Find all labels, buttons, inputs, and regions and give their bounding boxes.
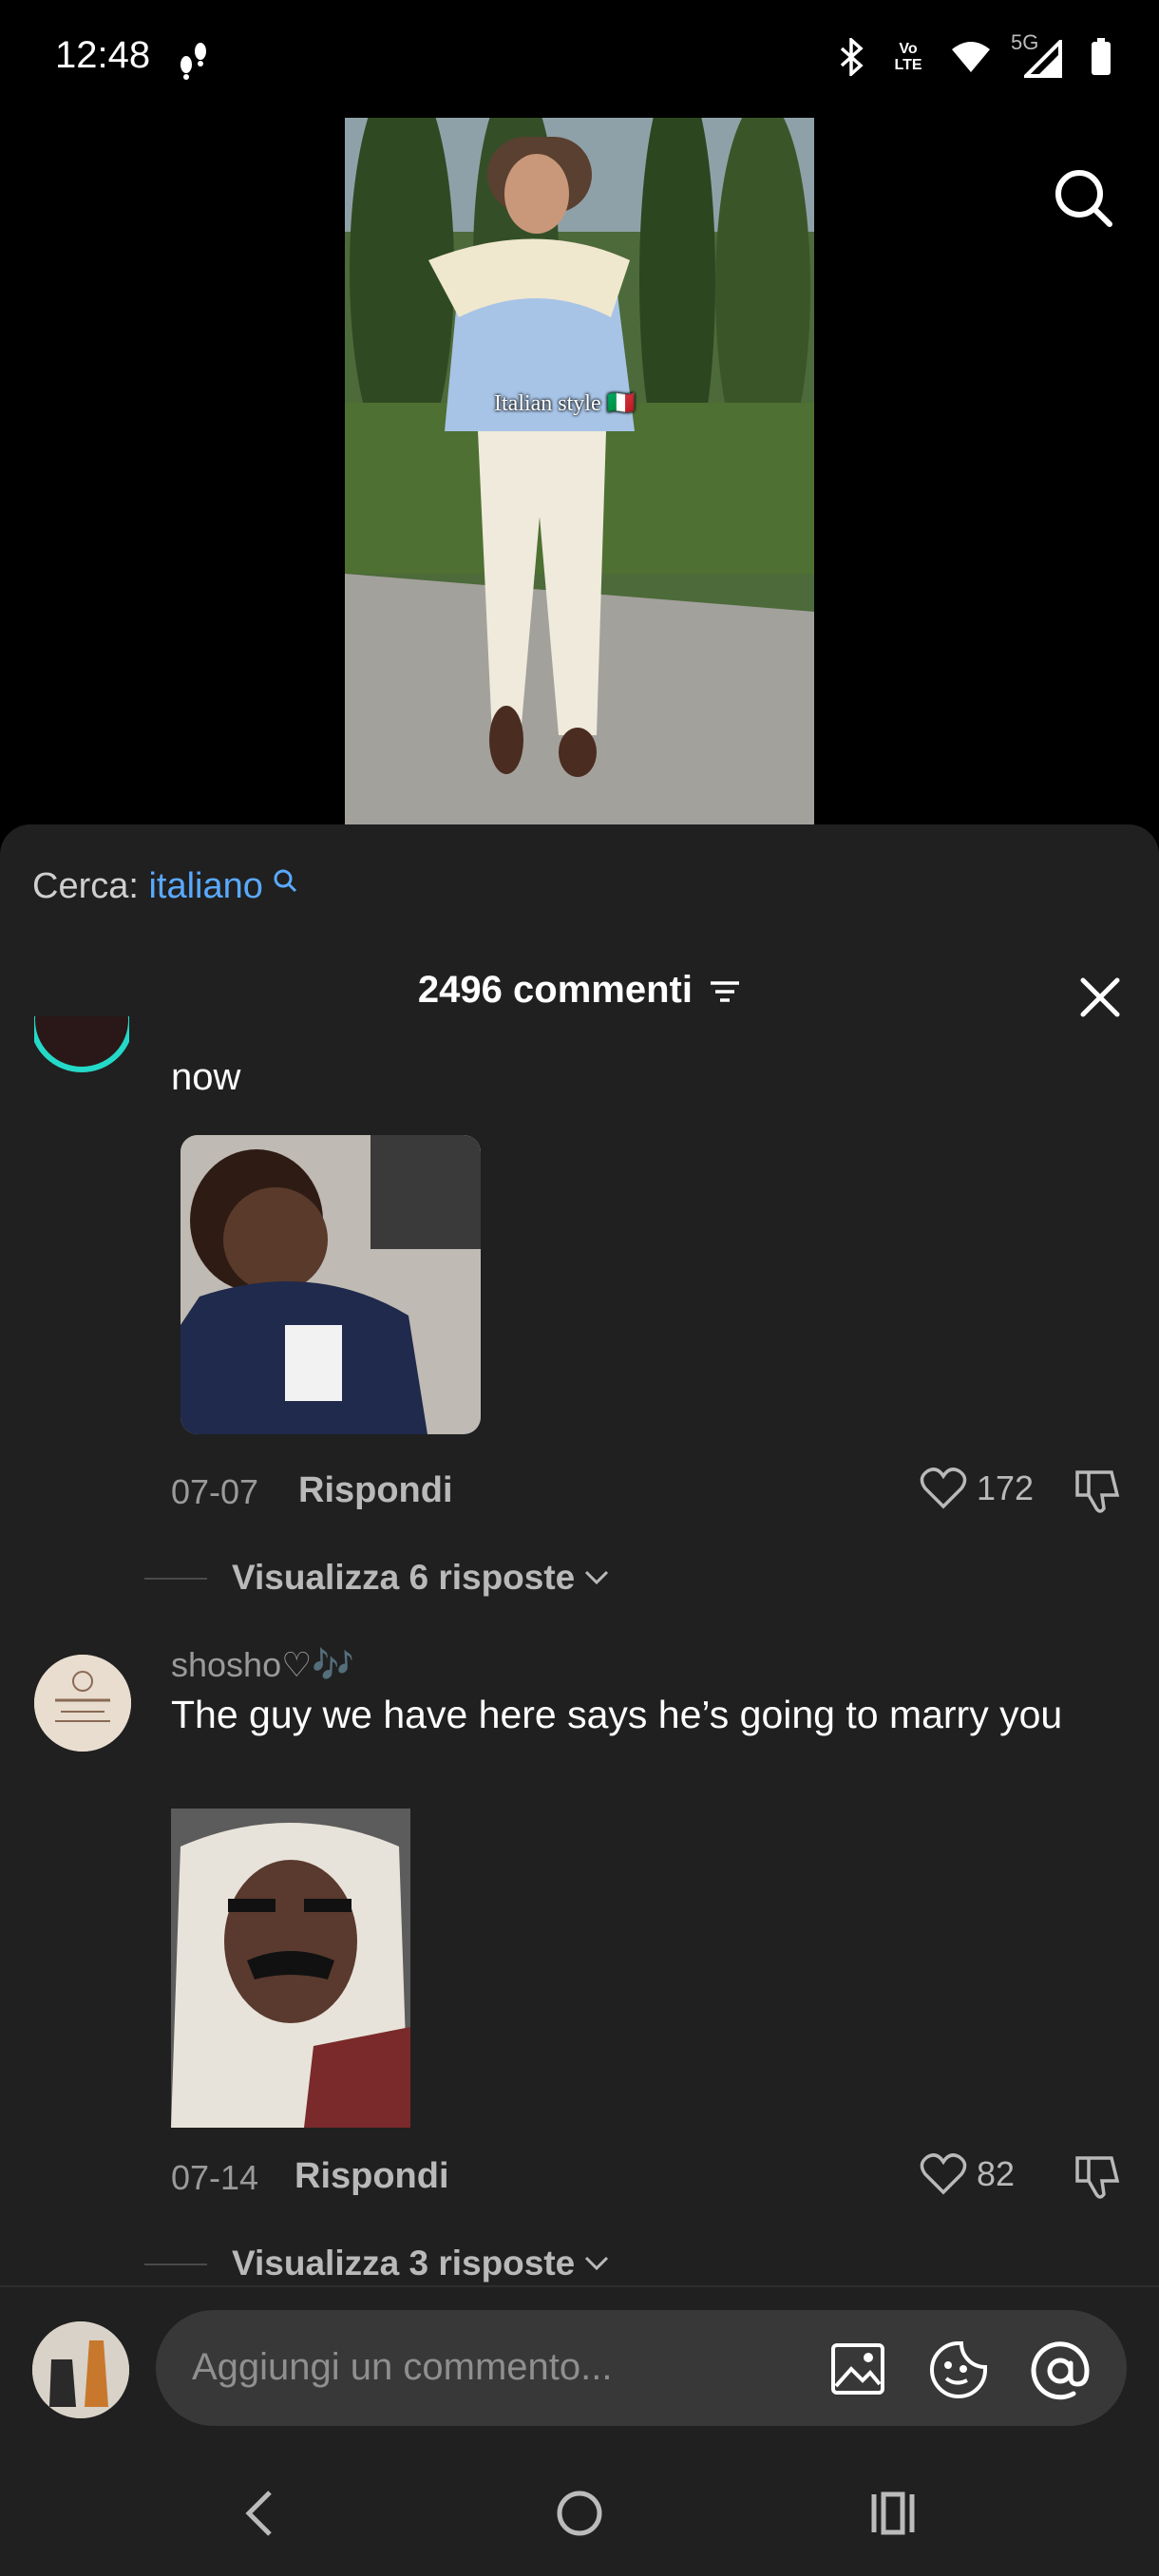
comment-sticker-image[interactable] [171,1809,410,2128]
video-player[interactable] [345,118,814,824]
man-image [171,1809,410,2128]
footsteps-icon [180,43,206,80]
comments-header: 2496 commenti [0,969,1159,1012]
video-caption: Italian style 🇮🇹 [494,391,636,416]
avatar[interactable] [34,1655,131,1752]
close-icon[interactable] [1074,971,1127,1024]
comment-text: now [171,1056,241,1098]
image-icon[interactable] [830,2342,885,2396]
divider [144,2263,207,2265]
status-time: 12:48 [55,34,151,76]
comment-count: 2496 commenti [417,969,693,1011]
status-bar: 12:48 Vo LTE 5G [0,0,1159,114]
avatar-image [34,1016,129,1072]
comment-text: The guy we have here says he’s going to … [171,1693,1063,1736]
volte-icon: Vo LTE [894,41,922,73]
like-count: 82 [977,2154,1016,2193]
avatar[interactable] [34,1016,129,1077]
dislike-icon[interactable] [1074,1467,1123,1516]
search-keyword[interactable]: italiano [148,866,262,906]
comment-input-placeholder: Aggiungi un commento... [192,2346,613,2388]
recents-icon[interactable] [868,2491,918,2536]
comment-sticker-image[interactable] [180,1135,481,1434]
wifi-icon [952,42,990,72]
search-prefix: Cerca: [32,866,139,906]
cellular-signal: 5G [1011,30,1066,78]
comment-date: 07-14 [171,2158,259,2197]
view-replies-button[interactable]: Visualizza 6 risposte [232,1558,609,1598]
search-keyword-icon [274,869,297,893]
sticker-icon[interactable] [929,2340,988,2399]
mention-icon[interactable] [1030,2340,1091,2401]
search-icon[interactable] [1053,167,1113,228]
divider [144,1578,207,1580]
battery-icon [1092,38,1111,75]
reply-button[interactable]: Rispondi [298,1470,453,1511]
dislike-icon[interactable] [1074,2152,1123,2202]
back-icon[interactable] [241,2487,279,2540]
home-icon[interactable] [555,2489,604,2538]
signal-icon [1024,40,1062,78]
baby-image [180,1135,481,1434]
sort-icon[interactable] [709,977,741,1006]
view-replies-label: Visualizza 6 risposte [232,1558,576,1597]
chevron-down-icon [585,2256,609,2271]
chevron-down-icon [585,1570,609,1585]
heart-icon [920,1468,967,1509]
like-button[interactable]: 172 [920,1467,1034,1510]
status-icons: Vo LTE 5G [838,30,1112,78]
bluetooth-icon [840,38,864,76]
avatar-image [34,1655,131,1752]
like-button[interactable]: 82 [920,2152,1015,2196]
username[interactable]: shosho♡🎶 [171,1645,354,1685]
search-suggestion[interactable]: Cerca: italiano [32,866,297,907]
like-count: 172 [977,1468,1035,1507]
reply-button[interactable]: Rispondi [294,2156,449,2197]
view-replies-button[interactable]: Visualizza 3 risposte [232,2244,609,2283]
user-avatar[interactable] [32,2321,129,2418]
heart-icon [920,2153,967,2195]
comment-date: 07-07 [171,1472,259,1511]
view-replies-label: Visualizza 3 risposte [232,2244,576,2282]
video-frame [345,118,814,824]
user-avatar-image [32,2321,129,2418]
